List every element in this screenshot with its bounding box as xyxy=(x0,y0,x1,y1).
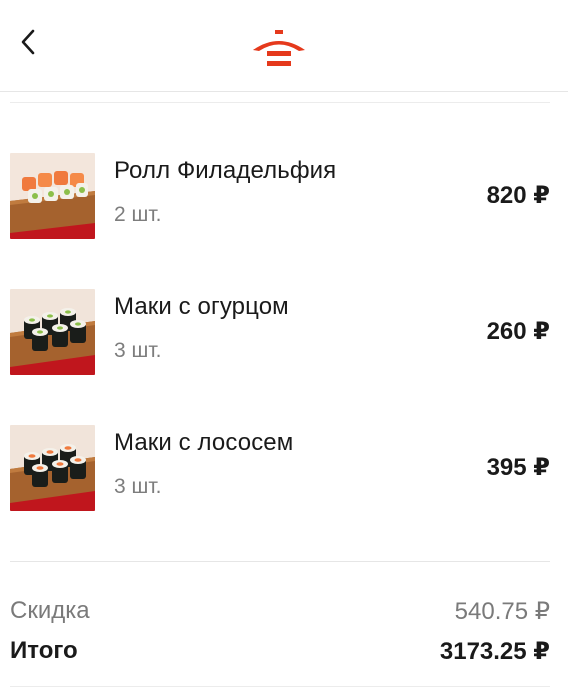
item-name: Маки с лососем xyxy=(114,429,294,456)
total-value: 3173.25 ₽ xyxy=(439,638,550,665)
total-label: Итого xyxy=(10,637,78,664)
top-bar xyxy=(0,0,568,92)
back-button[interactable] xyxy=(10,24,46,60)
order-item[interactable]: Ролл Филадельфия 2 шт. 820 ₽ xyxy=(0,153,568,243)
divider xyxy=(10,686,550,687)
divider xyxy=(10,561,550,562)
restaurant-logo-icon xyxy=(253,30,305,66)
maki-salmon-image xyxy=(10,425,95,511)
item-price: 260 ₽ xyxy=(486,318,550,345)
order-item[interactable]: Маки с лососем 3 шт. 395 ₽ xyxy=(0,425,568,515)
total-row: Итого 3173.25 ₽ xyxy=(10,637,550,667)
order-item[interactable]: Маки с огурцом 3 шт. 260 ₽ xyxy=(0,289,568,379)
discount-row: Скидка 540.75 ₽ xyxy=(10,597,550,627)
chevron-left-icon xyxy=(21,29,35,55)
item-name: Ролл Филадельфия xyxy=(114,157,337,184)
item-quantity: 2 шт. xyxy=(114,203,162,226)
discount-value: 540.75 ₽ xyxy=(454,598,550,625)
item-quantity: 3 шт. xyxy=(114,475,162,498)
item-name: Маки с огурцом xyxy=(114,293,289,320)
maki-cucumber-image xyxy=(10,289,95,375)
philadelphia-roll-image xyxy=(10,153,95,239)
divider xyxy=(10,102,550,103)
item-quantity: 3 шт. xyxy=(114,339,162,362)
item-price: 395 ₽ xyxy=(486,454,550,481)
item-price: 820 ₽ xyxy=(486,182,550,209)
discount-label: Скидка xyxy=(10,597,90,624)
